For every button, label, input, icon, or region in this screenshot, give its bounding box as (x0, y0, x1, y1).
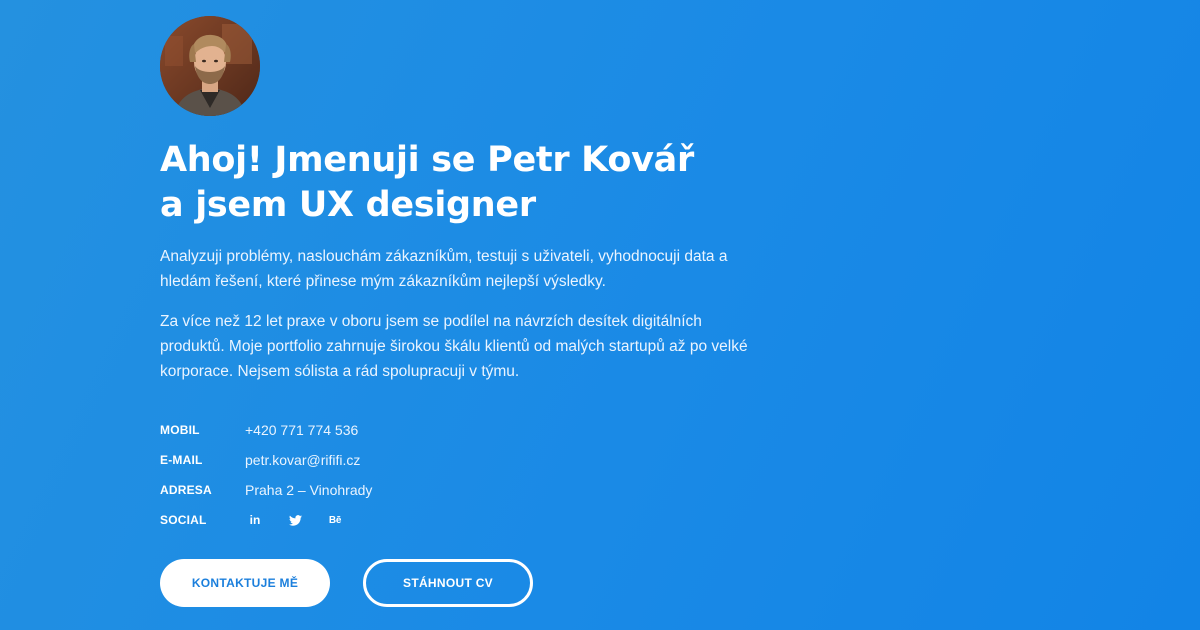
experience-paragraph: Za více než 12 let praxe v oboru jsem se… (160, 313, 748, 380)
email-link[interactable]: petr.kovar@rififi.cz (245, 449, 780, 471)
contact-list: MOBIL +420 771 774 536 E-MAIL petr.kovar… (160, 419, 780, 531)
twitter-icon[interactable] (285, 510, 305, 530)
hero-section: Ahoj! Jmenuji se Petr Kovář a jsem UX de… (160, 16, 780, 607)
page-title-line2: a jsem UX designer (160, 185, 536, 225)
intro-paragraph: Analyzuji problémy, naslouchám zákazníků… (160, 248, 728, 290)
linkedin-icon[interactable]: in (245, 510, 265, 530)
social-links: in Bē (245, 509, 780, 531)
avatar (160, 16, 260, 116)
download-cv-button[interactable]: STÁHNOUT CV (363, 559, 533, 607)
page-title-line1: Ahoj! Jmenuji se Petr Kovář (160, 140, 694, 180)
address-value: Praha 2 – Vinohrady (245, 482, 373, 498)
mobile-label: MOBIL (160, 423, 200, 437)
behance-icon[interactable]: Bē (325, 510, 345, 530)
cta-buttons: KONTAKTUJE MĚ STÁHNOUT CV (160, 559, 780, 607)
contact-me-button[interactable]: KONTAKTUJE MĚ (160, 559, 330, 607)
social-label: SOCIAL (160, 513, 207, 527)
mobile-value[interactable]: +420 771 774 536 (245, 419, 780, 441)
email-label: E-MAIL (160, 453, 203, 467)
page-title: Ahoj! Jmenuji se Petr Kovář a jsem UX de… (160, 138, 780, 228)
behance-icon-text: Bē (328, 514, 342, 526)
address-label: ADRESA (160, 483, 212, 497)
twitter-bird-icon (288, 514, 302, 526)
linkedin-icon-text: in (249, 513, 261, 527)
